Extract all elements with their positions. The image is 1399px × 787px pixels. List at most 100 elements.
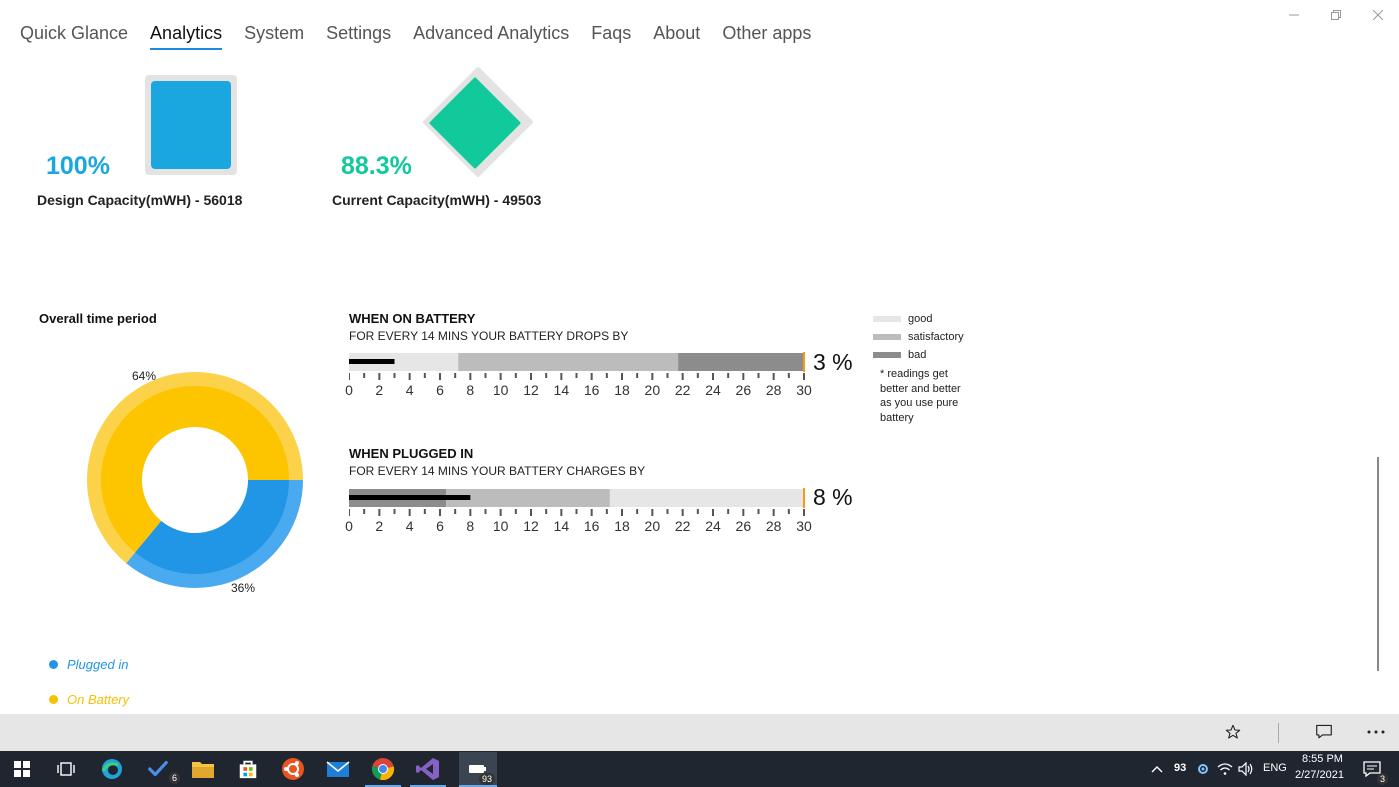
volume-button[interactable] — [1237, 755, 1255, 783]
gauge-tick — [727, 373, 730, 378]
command-separator — [1278, 723, 1279, 743]
overall-donut-chart — [86, 372, 304, 588]
current-capacity-label: Current Capacity(mWH) - 49503 — [332, 192, 542, 208]
gauge-tick — [530, 509, 532, 516]
gauge-tick-label: 10 — [492, 518, 509, 534]
gauge-tick — [651, 509, 654, 516]
close-button[interactable] — [1357, 0, 1399, 30]
gauge-tick-label: 0 — [345, 382, 353, 398]
battery-app-button[interactable]: 93 — [459, 752, 497, 786]
favorite-button[interactable] — [1219, 720, 1247, 744]
key-swatch-satisfactory — [873, 334, 901, 340]
gauge-tick-label: 18 — [614, 382, 630, 398]
gauge-reading-bar — [349, 495, 471, 500]
battery-gauge-subtitle: FOR EVERY 14 MINS YOUR BATTERY DROPS BY — [349, 329, 629, 343]
edge-button[interactable] — [98, 755, 126, 783]
todo-button[interactable]: 6 — [144, 755, 180, 784]
gauge-tick — [499, 509, 502, 516]
store-icon — [239, 760, 257, 779]
gauge-tick-label: 4 — [405, 518, 414, 534]
gauge-tick — [469, 509, 472, 516]
feedback-button[interactable] — [1310, 720, 1338, 744]
gauge-tick — [575, 509, 578, 514]
more-button[interactable] — [1362, 720, 1390, 744]
gauge-tick — [651, 373, 654, 380]
vertical-scrollbar[interactable] — [1377, 457, 1379, 671]
gauge-tick — [803, 509, 805, 516]
clock-date[interactable]: 2/27/2021 — [1295, 769, 1344, 781]
gauge-tick — [621, 509, 623, 516]
gauge-tick — [363, 509, 366, 514]
notifications-button[interactable]: 3 — [1358, 755, 1388, 785]
tab-about[interactable]: About — [642, 20, 711, 46]
gauge-reading-bar — [349, 359, 395, 364]
gauge-tick-label: 22 — [674, 518, 691, 534]
gauge-tick-label: 16 — [583, 382, 600, 398]
speaker-icon — [1238, 762, 1253, 776]
more-icon — [1367, 730, 1385, 734]
current-capacity-percent: 88.3% — [341, 152, 412, 180]
edge-icon — [101, 759, 122, 779]
battery-gauge — [349, 352, 805, 380]
key-bad: bad — [873, 349, 926, 361]
gauge-tick — [439, 373, 441, 380]
tab-faqs[interactable]: Faqs — [580, 20, 642, 46]
command-bar — [0, 714, 1399, 751]
gauge-tick — [469, 373, 472, 380]
tray-overflow-button[interactable] — [1148, 755, 1166, 783]
key-label-satisfactory: satisfactory — [908, 331, 964, 343]
clock-time[interactable]: 8:55 PM — [1302, 753, 1343, 765]
tab-settings[interactable]: Settings — [315, 20, 402, 46]
store-button[interactable] — [234, 755, 262, 783]
key-label-bad: bad — [908, 349, 927, 361]
current-capacity-tile — [423, 67, 533, 177]
gauge-tick-label: 12 — [523, 518, 539, 534]
todo-badge: 6 — [168, 772, 180, 784]
chrome-button[interactable] — [369, 755, 397, 783]
gauge-tick — [349, 373, 350, 380]
key-swatch-bad — [873, 352, 901, 358]
minimize-icon — [1289, 14, 1299, 16]
gauge-tick — [514, 509, 517, 514]
gauge-tick — [484, 373, 487, 378]
tab-other-apps[interactable]: Other apps — [711, 20, 822, 46]
gauge-tick-label: 16 — [583, 518, 600, 534]
gauge-tick — [590, 509, 593, 516]
gauge-tick — [423, 509, 426, 514]
chrome-icon — [372, 758, 395, 781]
mail-button[interactable] — [324, 755, 352, 783]
gauge-tick — [742, 509, 745, 516]
tray-app-button[interactable] — [1194, 755, 1212, 783]
tab-analytics[interactable]: Analytics — [139, 20, 233, 50]
legend-dot-plugged — [49, 660, 58, 669]
gauge-tick — [666, 373, 669, 378]
gauge-tick — [378, 509, 381, 516]
checkmark-icon — [148, 760, 168, 777]
notifications-badge: 3 — [1376, 773, 1388, 785]
file-explorer-button[interactable] — [189, 755, 217, 783]
tray-battery-percent[interactable]: 93 — [1174, 762, 1186, 774]
gauge-tick — [439, 509, 441, 516]
tab-advanced-analytics[interactable]: Advanced Analytics — [402, 20, 580, 46]
gauge-tick-label: 6 — [436, 518, 444, 534]
folder-icon — [192, 762, 214, 778]
ubuntu-button[interactable] — [279, 755, 307, 783]
gauge-tick-label: 30 — [796, 518, 812, 534]
tab-system[interactable]: System — [233, 20, 315, 46]
gauge-tick — [499, 373, 502, 380]
minimize-button[interactable] — [1273, 0, 1315, 30]
gauge-tick — [378, 373, 381, 380]
restore-button[interactable] — [1315, 0, 1357, 30]
wifi-button[interactable] — [1216, 755, 1234, 783]
battery-app-badge: 93 — [478, 773, 495, 785]
language-indicator[interactable]: ENG — [1263, 762, 1287, 774]
visual-studio-button[interactable] — [414, 755, 442, 783]
task-view-button[interactable] — [52, 755, 80, 783]
gauge-tick — [727, 509, 730, 514]
ubuntu-icon — [282, 758, 304, 780]
plugged-gauge — [349, 488, 805, 516]
start-button[interactable] — [8, 755, 36, 783]
gauge-tick — [590, 373, 593, 380]
gauge-tick — [454, 373, 457, 378]
tab-quick-glance[interactable]: Quick Glance — [20, 20, 139, 46]
